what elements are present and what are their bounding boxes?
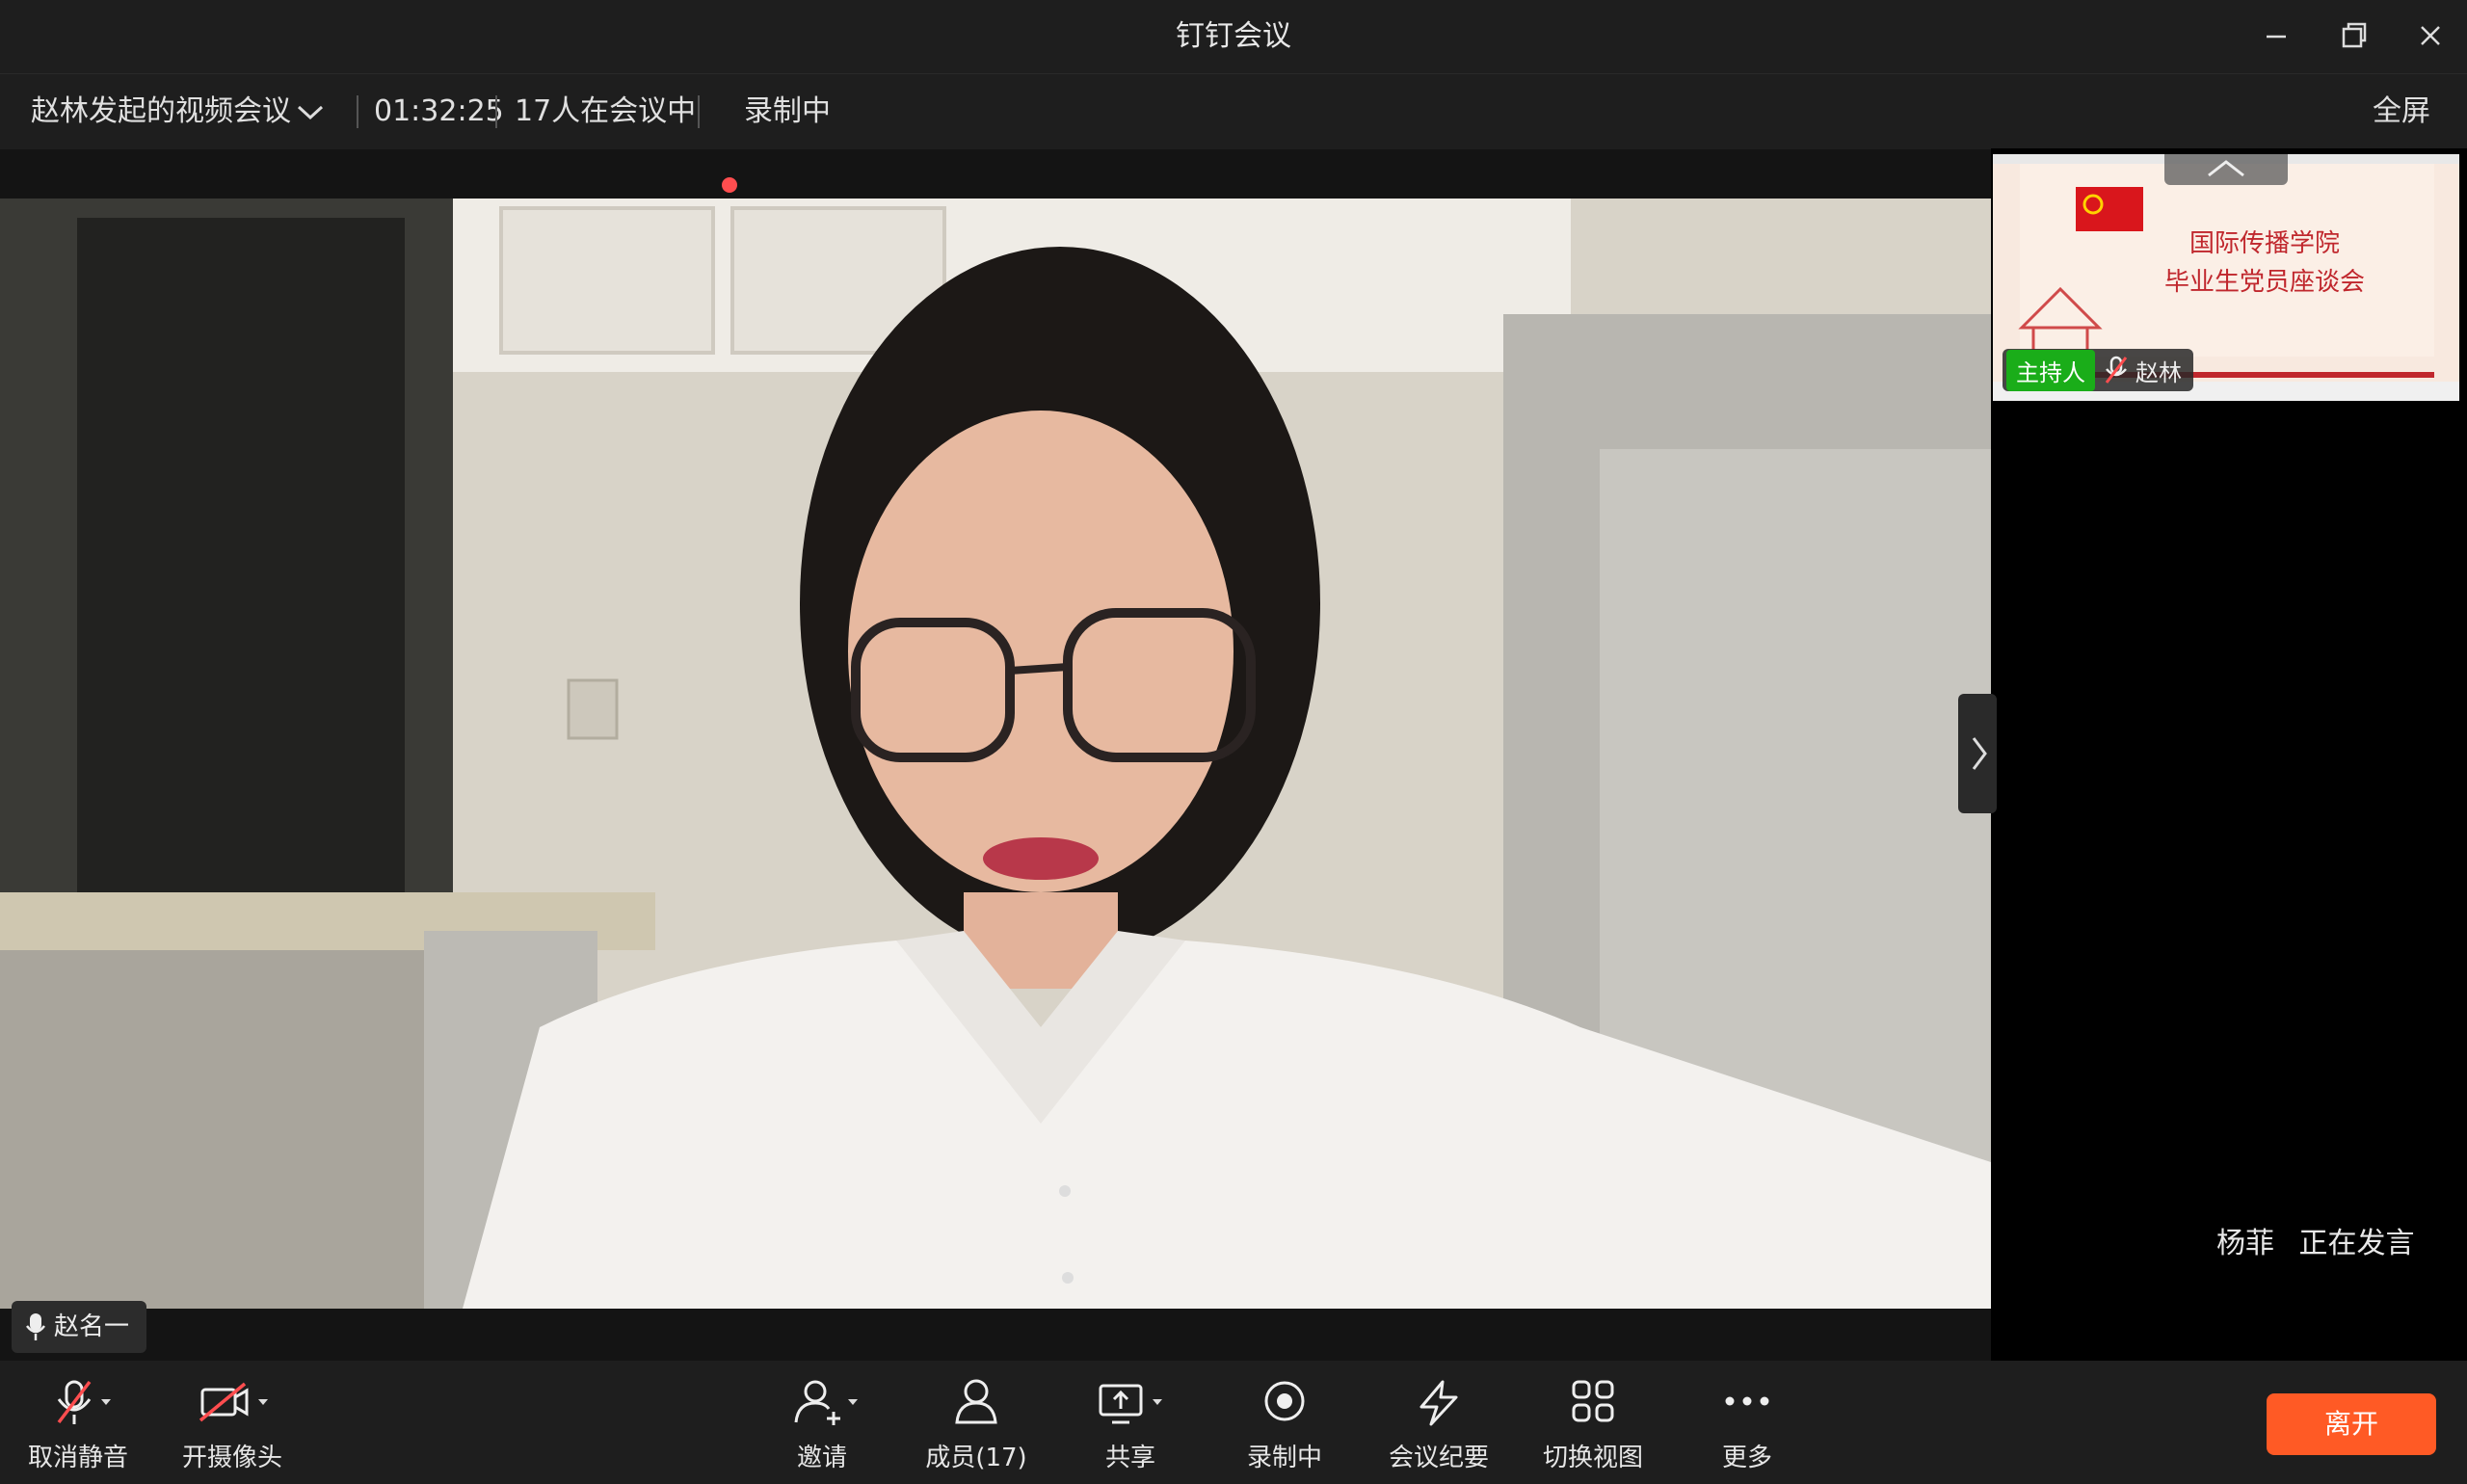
more-button[interactable]: 更多 [1675, 1378, 1819, 1484]
participant-count: 17人在会议中 [515, 94, 697, 128]
chevron-right-icon [1972, 737, 1987, 770]
unmute-label: 取消静音 [27, 1444, 128, 1472]
meeting-minutes-button[interactable]: 会议纪要 [1366, 1378, 1511, 1484]
host-name: 赵林 [2135, 358, 2182, 386]
record-button[interactable]: 录制中 [1212, 1378, 1357, 1484]
meeting-info-bar: 赵林发起的视频会议 01:32:25 17人在会议中 录制中 全屏 [0, 73, 2467, 199]
slide-title-line1: 国际传播学院 [2188, 229, 2340, 258]
record-label: 录制中 [1246, 1444, 1322, 1472]
more-dots-icon [1725, 1396, 1769, 1406]
switch-view-label: 切换视图 [1542, 1444, 1643, 1472]
fullscreen-button[interactable]: 全屏 [2373, 74, 2430, 149]
unmute-button[interactable]: 取消静音 [6, 1378, 150, 1484]
camera-off-icon [199, 1382, 268, 1422]
host-tag: 主持人 赵林 [2003, 349, 2193, 391]
active-speaker-name: 杨菲 [2216, 1227, 2274, 1260]
share-screen-icon [1099, 1384, 1162, 1424]
record-icon [1264, 1381, 1305, 1421]
share-label: 共享 [1104, 1444, 1155, 1472]
minutes-bolt-icon [1419, 1380, 1458, 1426]
restore-icon [2342, 22, 2367, 48]
invite-label: 邀请 [796, 1444, 847, 1472]
add-user-icon [794, 1380, 858, 1425]
camera-button[interactable]: 开摄像头 [160, 1378, 305, 1484]
chevron-up-icon [2208, 160, 2244, 177]
speaker-name: 赵名一 [54, 1312, 130, 1341]
members-label: 成员(17) [925, 1444, 1027, 1472]
meeting-title: 赵林发起的视频会议 [31, 94, 291, 128]
leave-meeting-button[interactable]: 离开 [2267, 1393, 2436, 1455]
title-bar: 钉钉会议 [0, 0, 2467, 73]
collapse-panel-button[interactable] [2164, 154, 2288, 185]
slide-title-line2: 毕业生党员座谈会 [2163, 268, 2365, 297]
recording-dot-icon [722, 177, 737, 193]
speaker-name-tag: 赵名一 [12, 1301, 147, 1353]
video-frame-image [0, 199, 1991, 1309]
close-button[interactable] [2407, 15, 2454, 58]
chevron-down-icon[interactable] [295, 101, 326, 122]
next-page-button[interactable] [1958, 694, 1997, 813]
switch-view-button[interactable]: 切换视图 [1521, 1378, 1665, 1484]
mic-muted-icon [2105, 356, 2128, 384]
meeting-minutes-label: 会议纪要 [1388, 1444, 1489, 1472]
members-button[interactable]: 成员(17) [904, 1378, 1048, 1484]
invite-button[interactable]: 邀请 [750, 1378, 894, 1484]
active-speaker-indicator: 杨菲 正在发言 [2216, 1219, 2415, 1261]
microphone-icon [26, 1313, 45, 1340]
share-button[interactable]: 共享 [1058, 1378, 1203, 1484]
minimize-icon [2267, 35, 2286, 39]
more-label: 更多 [1721, 1444, 1772, 1472]
main-video [0, 199, 1991, 1309]
host-badge: 主持人 [2006, 349, 2095, 391]
window-title: 钉钉会议 [1176, 19, 1291, 53]
members-icon [955, 1379, 997, 1424]
camera-label: 开摄像头 [181, 1444, 282, 1472]
host-video-thumbnail[interactable]: 国际传播学院 毕业生党员座谈会 主持人 赵林 [1993, 154, 2459, 401]
recording-status: 录制中 [744, 94, 831, 128]
restore-button[interactable] [2330, 15, 2376, 58]
close-icon [2421, 26, 2440, 45]
mic-muted-icon [57, 1380, 111, 1424]
minimize-button[interactable] [2253, 15, 2299, 58]
grid-view-icon [1572, 1380, 1614, 1422]
active-speaker-status: 正在发言 [2298, 1227, 2415, 1260]
meeting-duration: 01:32:25 [374, 94, 504, 128]
meeting-title-dropdown[interactable]: 赵林发起的视频会议 [31, 74, 291, 149]
